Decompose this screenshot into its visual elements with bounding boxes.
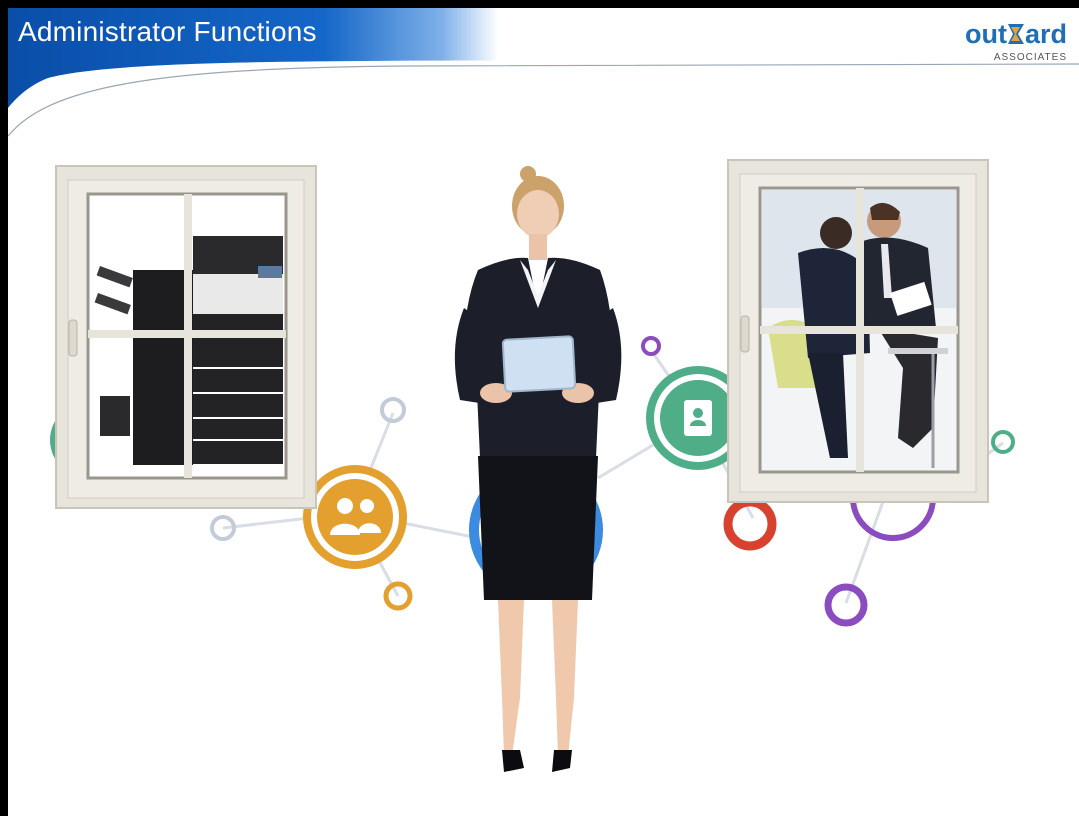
slide: Administrator Functions out ard ASSOCIATE… [8,8,1079,816]
node-ring-green-small [991,430,1015,454]
illustration-scene [50,159,1015,772]
people-icon [303,465,407,569]
node-ring-purple-small [641,336,661,356]
window-meeting [727,159,989,503]
businesswoman-figure [454,166,622,772]
node-ring-purple [824,583,868,627]
tablet-device [501,335,577,393]
node-ring-red [723,497,777,551]
node-ring-purple-large-partial [850,497,936,541]
window-printer [55,165,317,509]
node-ring-gray-1 [380,397,406,423]
